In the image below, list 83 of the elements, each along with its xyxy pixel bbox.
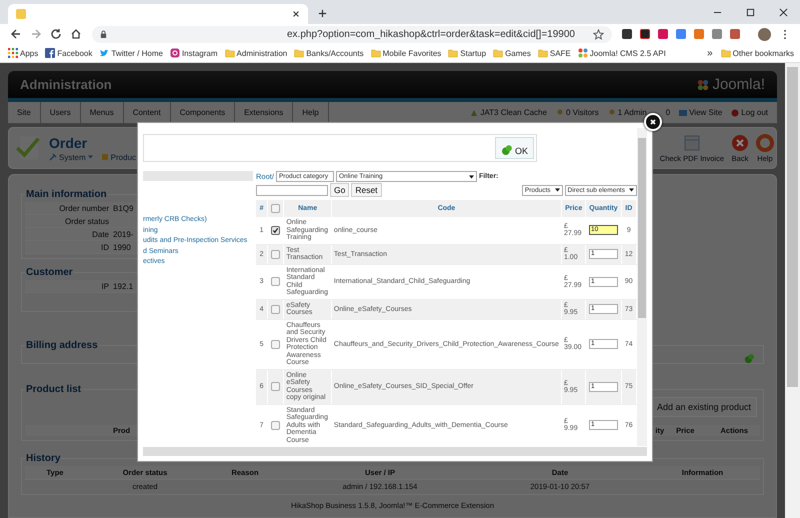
add-icon xyxy=(500,144,513,156)
close-icon[interactable] xyxy=(292,10,300,18)
ok-button[interactable]: OK xyxy=(494,137,534,159)
admin-title: Administration xyxy=(20,77,112,92)
bird-icon xyxy=(99,48,110,58)
field-value: 192.1 xyxy=(113,282,134,290)
caret-icon xyxy=(88,155,93,159)
folder-icon xyxy=(224,48,235,58)
row-checkbox[interactable] xyxy=(271,250,280,258)
folder-icon xyxy=(448,48,458,58)
home-icon[interactable] xyxy=(70,28,82,40)
close-icon xyxy=(648,117,658,127)
bookmark-link[interactable]: SAFE xyxy=(538,48,571,58)
reset-button[interactable]: Reset xyxy=(351,183,382,197)
field-label: Date xyxy=(91,230,110,238)
row-checkbox[interactable] xyxy=(271,226,280,235)
field-value: 2019- xyxy=(113,230,134,238)
menu-icon[interactable] xyxy=(783,28,787,40)
row-checkbox[interactable] xyxy=(271,277,280,286)
caret-icon xyxy=(629,188,634,192)
section-title: Main information xyxy=(25,189,108,200)
facebook-logo-icon xyxy=(45,48,56,58)
bookmark-link[interactable]: Facebook xyxy=(45,48,92,58)
field-value: B1Q9 xyxy=(113,204,134,212)
apps-grid-icon xyxy=(8,48,18,58)
bookmark-link[interactable]: Banks/Accounts xyxy=(294,48,364,58)
cross-circle-icon xyxy=(731,134,749,152)
avatar-icon[interactable] xyxy=(758,28,771,40)
forward-arrow-icon[interactable] xyxy=(30,28,42,40)
field-label: ID xyxy=(100,242,110,252)
section-title: Billing address xyxy=(25,340,99,351)
new-tab-icon[interactable] xyxy=(318,9,327,18)
bookmark-link[interactable]: Startup xyxy=(448,48,486,58)
page-scrollbar[interactable] xyxy=(785,63,800,518)
joomla-logo-text: Joomla! xyxy=(712,76,765,93)
bookmark-link[interactable]: Other bookmarks xyxy=(720,48,794,58)
lifebuoy-icon xyxy=(756,134,774,152)
field-label: Order number xyxy=(58,204,110,212)
bookmark-link[interactable]: Twitter / Home xyxy=(99,48,163,58)
bookmark-link[interactable]: Games xyxy=(493,48,531,58)
folder-icon xyxy=(370,48,381,58)
go-button[interactable]: Go xyxy=(330,183,350,197)
field-label: IP xyxy=(100,282,110,290)
caret-icon xyxy=(468,174,474,178)
folder-icon xyxy=(720,48,731,58)
folder-icon xyxy=(294,48,304,58)
section-title: Product list xyxy=(25,384,82,395)
close-icon[interactable] xyxy=(779,8,788,17)
section-title: History xyxy=(25,453,62,464)
row-checkbox[interactable] xyxy=(271,382,280,391)
select-all-checkbox[interactable] xyxy=(271,204,280,213)
row-checkbox[interactable] xyxy=(271,304,280,314)
field-label: Order status xyxy=(64,216,110,226)
bookmark-link[interactable]: Mobile Favorites xyxy=(370,48,442,58)
row-checkbox[interactable] xyxy=(271,420,280,430)
reload-icon[interactable] xyxy=(50,28,62,40)
bookmark-link[interactable]: Joomla! CMS 2.5 API xyxy=(578,48,666,58)
back-arrow-icon[interactable] xyxy=(10,28,22,40)
folder-icon xyxy=(493,48,504,58)
camera-logo-icon xyxy=(170,48,180,58)
favicon-icon xyxy=(16,9,26,19)
caret-icon xyxy=(554,188,560,192)
address-bar[interactable]: ex.php?option=com_hikashop&ctrl=order&task=edit&cid[]=19900 xyxy=(92,26,612,42)
document-icon xyxy=(682,134,701,152)
joomla-logo-icon xyxy=(578,48,588,58)
dialog-horizontal-scrollbar[interactable] xyxy=(143,447,647,456)
section-title: Customer xyxy=(25,267,74,278)
dialog-scrollbar[interactable] xyxy=(637,128,647,446)
bookmark-link[interactable]: Instagram xyxy=(170,48,218,58)
bookmarks-overflow[interactable]: » xyxy=(707,48,713,58)
wrench-icon xyxy=(49,153,57,161)
bookmark-link[interactable]: Apps xyxy=(8,48,38,58)
star-icon[interactable] xyxy=(593,28,604,40)
field-value: 1990 xyxy=(113,242,131,252)
filter-field[interactable] xyxy=(256,184,328,196)
page-title: Order xyxy=(49,134,88,150)
joomla-logo-icon xyxy=(697,78,710,90)
row-checkbox[interactable] xyxy=(271,340,280,348)
lock-icon xyxy=(100,30,107,38)
bookmark-link[interactable]: Administration xyxy=(224,48,288,58)
folder-icon xyxy=(538,48,548,58)
maximize-icon[interactable] xyxy=(746,8,755,17)
box-icon xyxy=(100,153,109,161)
